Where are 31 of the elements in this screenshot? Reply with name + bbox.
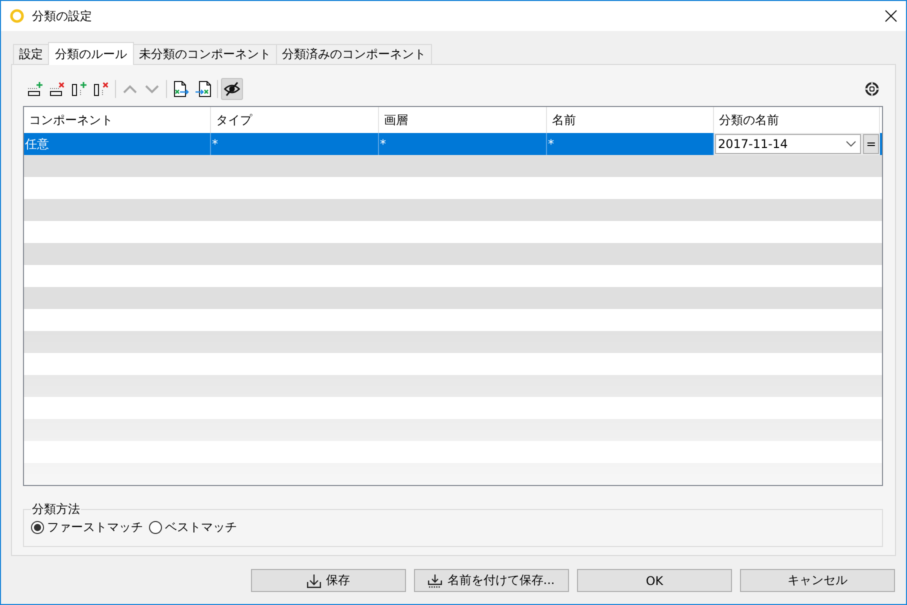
save-as-button[interactable]: 名前を付けて保存... (414, 569, 569, 592)
tab[interactable]: 設定 (13, 44, 49, 64)
cancel-button[interactable]: キャンセル (740, 569, 895, 592)
tab[interactable]: 分類のルール (48, 42, 134, 65)
ring-icon (10, 9, 24, 23)
ok-button[interactable]: OK (577, 569, 732, 592)
close-icon[interactable] (885, 10, 897, 22)
save-button[interactable]: 保存 (251, 569, 406, 592)
group-title: 分類方法 (31, 501, 81, 518)
chevron-down-icon[interactable] (846, 141, 856, 147)
dropdown-field[interactable]: 2017-11-14 (715, 134, 862, 154)
row-cross-icon[interactable] (49, 81, 65, 97)
document-arrow-icon[interactable] (173, 81, 189, 97)
table-row[interactable]: 任意 * * * 2017-11-14 = (24, 133, 882, 155)
tab[interactable]: 分類済みのコンポーネント (276, 44, 432, 64)
window-title: 分類の設定 (32, 8, 93, 24)
arrow-document-icon[interactable] (195, 81, 211, 97)
download-icon (307, 574, 321, 588)
column-cross-icon[interactable] (93, 81, 109, 97)
row-plus-icon[interactable] (27, 81, 43, 97)
radio-button[interactable] (149, 521, 162, 534)
equals-button[interactable]: = (863, 134, 879, 154)
radio-label[interactable]: ベストマッチ (165, 519, 237, 536)
table-cell: 任意 (24, 133, 211, 155)
radio-label[interactable]: ファーストマッチ (47, 519, 143, 536)
lifebuoy-icon[interactable] (865, 82, 879, 96)
radio-button[interactable] (31, 521, 44, 534)
download-tray-icon (428, 574, 442, 588)
column-plus-icon[interactable] (71, 81, 87, 97)
table-cell: * (379, 133, 547, 155)
table-cell: * (211, 133, 379, 155)
